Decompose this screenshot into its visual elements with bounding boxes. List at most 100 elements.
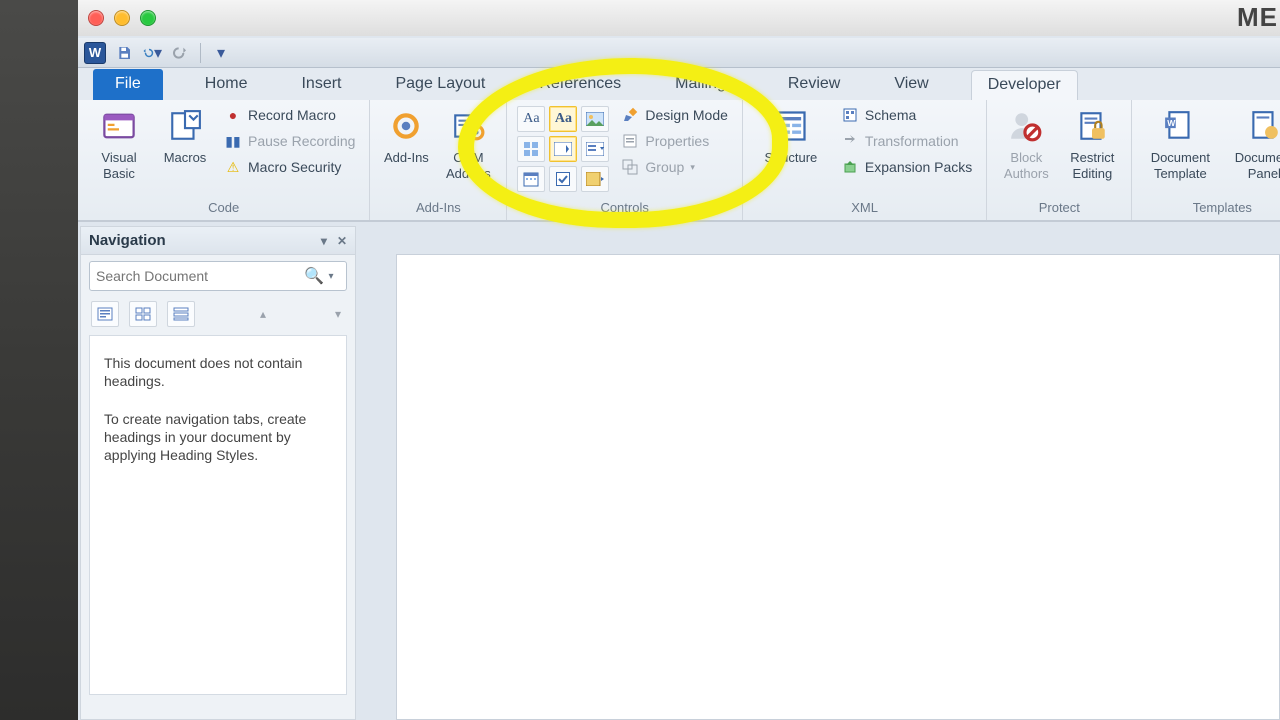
nav-next-icon[interactable]: ▾	[331, 307, 345, 321]
expansion-packs-icon	[841, 158, 859, 176]
qat-separator	[200, 43, 201, 63]
nav-results-view-icon[interactable]	[167, 301, 195, 327]
tab-file[interactable]: File	[93, 69, 163, 101]
tab-insert[interactable]: Insert	[289, 69, 353, 101]
undo-icon[interactable]: ▾	[142, 43, 162, 63]
minimize-window-icon[interactable]	[114, 10, 130, 26]
qat-customize-icon[interactable]: ▾	[211, 43, 231, 63]
structure-label: Structure	[765, 150, 818, 166]
visual-basic-button[interactable]: Visual Basic	[88, 104, 150, 182]
rich-text-control-icon[interactable]: Aa	[517, 106, 545, 132]
group-xml-label: XML	[753, 198, 976, 218]
nav-pages-view-icon[interactable]	[129, 301, 157, 327]
group-protect: Block Authors Restrict Editing Protect	[987, 100, 1132, 220]
design-mode-label: Design Mode	[645, 107, 728, 123]
checkbox-control-icon[interactable]	[549, 166, 577, 192]
record-macro-button[interactable]: ● Record Macro	[220, 104, 359, 126]
nav-headings-view-icon[interactable]	[91, 301, 119, 327]
block-authors-button[interactable]: Block Authors	[997, 104, 1055, 182]
macros-label: Macros	[164, 150, 207, 166]
date-picker-control-icon[interactable]	[517, 166, 545, 192]
record-macro-label: Record Macro	[248, 107, 336, 123]
window-title-fragment: ME	[1237, 2, 1278, 33]
schema-icon	[841, 106, 859, 124]
document-panel-icon	[1244, 106, 1280, 146]
group-addins-label: Add-Ins	[380, 198, 496, 218]
transformation-label: Transformation	[865, 133, 959, 149]
schema-label: Schema	[865, 107, 916, 123]
nav-empty-msg-2: To create navigation tabs, create headin…	[104, 410, 332, 464]
group-controls: Aa Aa	[507, 100, 743, 220]
expansion-packs-button[interactable]: Expansion Packs	[837, 156, 976, 178]
picture-control-icon[interactable]	[581, 106, 609, 132]
group-button[interactable]: Group ▾	[617, 156, 732, 178]
expansion-packs-label: Expansion Packs	[865, 159, 972, 175]
search-input[interactable]	[96, 268, 304, 284]
macro-security-label: Macro Security	[248, 159, 341, 175]
pause-recording-button[interactable]: ▮▮ Pause Recording	[220, 130, 359, 152]
navigation-pane-header: Navigation ▾ ✕	[81, 227, 355, 255]
dropdown-list-control-icon[interactable]	[581, 136, 609, 162]
nav-prev-icon[interactable]: ▴	[256, 307, 270, 321]
group-protect-label: Protect	[997, 198, 1121, 218]
quick-access-toolbar: W ▾ ▾	[78, 38, 1280, 68]
word-app-icon[interactable]: W	[84, 42, 106, 64]
properties-icon	[621, 132, 639, 150]
transformation-icon	[841, 132, 859, 150]
addins-icon	[386, 106, 426, 146]
restrict-editing-label: Restrict Editing	[1070, 150, 1114, 182]
design-mode-button[interactable]: Design Mode	[617, 104, 732, 126]
tab-home[interactable]: Home	[193, 69, 260, 101]
group-dropdown-icon: ▾	[690, 162, 695, 173]
navigation-pane: Navigation ▾ ✕ 🔍 ▾ ▴ ▾ This docum	[80, 226, 356, 720]
structure-button[interactable]: Structure	[753, 104, 829, 166]
building-block-control-icon[interactable]	[517, 136, 545, 162]
properties-button[interactable]: Properties	[617, 130, 732, 152]
ribbon-tabs: File Home Insert Page Layout References …	[78, 68, 1280, 102]
design-mode-icon	[621, 106, 639, 124]
restrict-editing-button[interactable]: Restrict Editing	[1063, 104, 1121, 182]
search-icon[interactable]: 🔍	[304, 266, 322, 286]
tab-mailings[interactable]: Mailings	[663, 69, 746, 101]
close-window-icon[interactable]	[88, 10, 104, 26]
search-document-field[interactable]: 🔍 ▾	[89, 261, 347, 291]
nav-empty-msg-1: This document does not contain headings.	[104, 354, 332, 390]
com-addins-button[interactable]: COM Add-Ins	[440, 104, 496, 182]
plain-text-control-icon[interactable]: Aa	[549, 106, 577, 132]
transformation-button[interactable]: Transformation	[837, 130, 976, 152]
save-icon[interactable]	[114, 43, 134, 63]
block-authors-label: Block Authors	[1004, 150, 1049, 182]
redo-icon[interactable]	[170, 43, 190, 63]
document-canvas[interactable]	[396, 254, 1280, 720]
tab-view[interactable]: View	[882, 69, 940, 101]
properties-label: Properties	[645, 133, 709, 149]
zoom-window-icon[interactable]	[140, 10, 156, 26]
document-template-button[interactable]: W Document Template	[1142, 104, 1218, 182]
addins-button[interactable]: Add-Ins	[380, 104, 432, 166]
tab-page-layout[interactable]: Page Layout	[383, 69, 497, 101]
record-macro-icon: ●	[224, 106, 242, 124]
group-code-label: Code	[88, 198, 359, 218]
structure-icon	[771, 106, 811, 146]
tab-review[interactable]: Review	[776, 69, 852, 101]
navigation-close-icon[interactable]: ✕	[337, 234, 347, 248]
macros-button[interactable]: Macros	[158, 104, 212, 166]
document-panel-button[interactable]: Document Panel	[1226, 104, 1280, 182]
group-templates: W Document Template Document Panel Templ…	[1132, 100, 1280, 220]
tab-developer[interactable]: Developer	[971, 70, 1078, 102]
schema-button[interactable]: Schema	[837, 104, 976, 126]
document-template-icon: W	[1160, 106, 1200, 146]
group-code: Visual Basic Macros ● Record Macro ▮▮	[78, 100, 370, 220]
restrict-editing-icon	[1072, 106, 1112, 146]
block-authors-icon	[1006, 106, 1046, 146]
title-bar: ME	[78, 0, 1280, 36]
group-label: Group	[645, 159, 684, 175]
tab-references[interactable]: References	[527, 69, 633, 101]
legacy-tools-icon[interactable]	[581, 166, 609, 192]
combo-box-control-icon[interactable]	[549, 136, 577, 162]
pause-recording-label: Pause Recording	[248, 133, 355, 149]
navigation-dropdown-icon[interactable]: ▾	[321, 234, 327, 248]
macro-security-button[interactable]: ⚠ Macro Security	[220, 156, 359, 178]
search-dropdown-icon[interactable]: ▾	[322, 271, 340, 282]
visual-basic-label: Visual Basic	[101, 150, 136, 182]
